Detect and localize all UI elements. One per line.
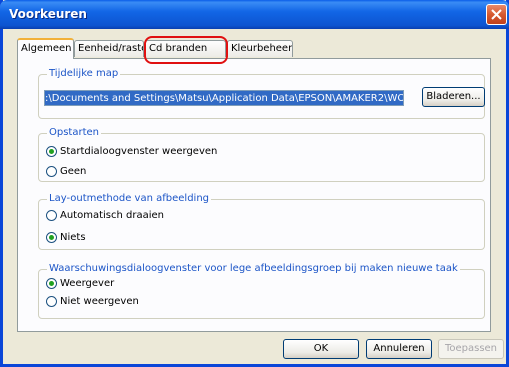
radio-checked-indicator (46, 278, 57, 289)
preferences-dialog: Voorkeuren Algemeen Eenheid/raster Cd br… (0, 0, 509, 367)
startup-legend: Opstarten (47, 127, 101, 138)
warning-group: Waarschuwingsdialoogvenster voor lege af… (38, 263, 485, 319)
tab-panel: Tijdelijke map :\Documents and Settings\… (17, 58, 491, 332)
radio-checked-indicator (46, 146, 57, 157)
tab-eenheid-raster[interactable]: Eenheid/raster (74, 40, 144, 57)
radio-indicator (46, 210, 57, 221)
close-button[interactable] (486, 4, 507, 25)
annotation-highlight (144, 36, 228, 64)
tab-kleurbeheer[interactable]: Kleurbeheer (227, 40, 293, 57)
temp-folder-legend: Tijdelijke map (47, 68, 121, 79)
browse-button[interactable]: Bladeren... (422, 87, 485, 107)
cancel-button[interactable]: Annuleren (366, 339, 432, 359)
layout-method-legend: Lay-outmethode van afbeelding (47, 193, 212, 204)
apply-button[interactable]: Toepassen (438, 339, 504, 359)
radio-warning-hide[interactable]: Niet weergeven (46, 296, 139, 307)
title-bar[interactable]: Voorkeuren (0, 0, 509, 29)
window-title: Voorkeuren (9, 7, 87, 21)
radio-indicator (46, 166, 57, 177)
close-icon (491, 9, 502, 20)
radio-startup-dialog[interactable]: Startdialoogvenster weergeven (46, 146, 217, 157)
temp-folder-path-field[interactable]: :\Documents and Settings\Matsu\Applicati… (44, 90, 404, 106)
radio-warning-show[interactable]: Weergever (46, 278, 114, 289)
ok-button[interactable]: OK (283, 339, 359, 359)
layout-method-group: Lay-outmethode van afbeelding (38, 193, 485, 250)
radio-startup-none[interactable]: Geen (46, 166, 86, 177)
startup-group: Opstarten (38, 127, 485, 182)
radio-auto-rotate[interactable]: Automatisch draaien (46, 210, 164, 221)
tab-algemeen[interactable]: Algemeen (17, 38, 74, 59)
radio-indicator (46, 296, 57, 307)
radio-layout-none[interactable]: Niets (46, 232, 86, 243)
warning-legend: Waarschuwingsdialoogvenster voor lege af… (47, 263, 460, 274)
radio-checked-indicator (46, 232, 57, 243)
